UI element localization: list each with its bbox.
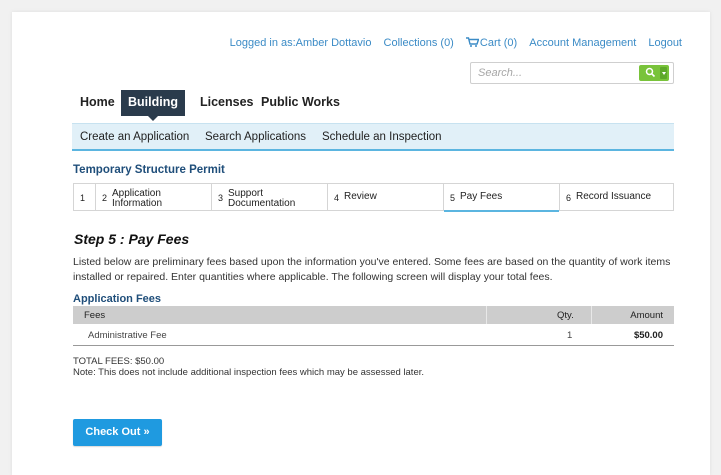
subnav-schedule-inspection[interactable]: Schedule an Inspection [322, 131, 442, 143]
step-number: 1 [80, 193, 86, 203]
collections-link[interactable]: Collections (0) [384, 37, 454, 49]
search-icon [645, 67, 656, 78]
total-fees: TOTAL FEES: $50.00 [73, 356, 165, 367]
top-utility-bar: Logged in as:Amber Dottavio Collections … [12, 37, 682, 49]
step-4: 4 Review [328, 184, 444, 210]
search-box [470, 62, 674, 84]
step-number: 5 [450, 193, 456, 203]
permit-title: Temporary Structure Permit [73, 164, 225, 176]
step-6: 6 Record Issuance [560, 184, 673, 210]
fee-name: Administrative Fee [88, 330, 167, 341]
cart-label: Cart (0) [479, 37, 518, 49]
nav-item-home[interactable]: Home [80, 95, 115, 109]
fees-table-header: Fees Qty. Amount [73, 306, 674, 324]
logged-in-label: Logged in as:Amber Dottavio [229, 37, 372, 49]
step-label: Support Documentation [228, 188, 296, 209]
subnav-search-applications[interactable]: Search Applications [205, 131, 306, 143]
col-fees: Fees [84, 310, 106, 321]
step-5: 5 Pay Fees [444, 184, 560, 212]
step-number: 2 [102, 193, 108, 203]
step-progress: 1 2 Application Information 3 Support Do… [73, 183, 674, 212]
table-row: Administrative Fee 1 $50.00 [73, 324, 674, 346]
step-2: 2 Application Information [96, 184, 212, 210]
col-qty: Qty. [557, 310, 574, 321]
step-number: 3 [218, 193, 224, 203]
search-input[interactable] [471, 63, 631, 83]
step-label: Review [344, 191, 377, 202]
col-divider [591, 306, 592, 324]
step-label: Application Information [112, 188, 163, 209]
fee-amount: $50.00 [633, 330, 663, 341]
total-fees-block: TOTAL FEES: $50.00 Note: This does not i… [73, 356, 424, 378]
chevron-down-icon[interactable] [660, 67, 667, 79]
fees-section-title: Application Fees [73, 293, 162, 305]
step-number: 6 [566, 193, 572, 203]
subnav-create-application[interactable]: Create an Application [80, 131, 189, 143]
step-number: 4 [334, 193, 340, 203]
step-1: 1 [74, 184, 96, 210]
step-3: 3 Support Documentation [212, 184, 328, 210]
account-management-link[interactable]: Account Management [529, 37, 636, 49]
page: Logged in as:Amber Dottavio Collections … [12, 12, 710, 475]
nav-item-licenses[interactable]: Licenses [200, 95, 254, 109]
nav-item-building[interactable]: Building [121, 90, 185, 121]
sub-nav: Create an Application Search Application… [72, 123, 674, 151]
logout-link[interactable]: Logout [648, 37, 682, 49]
step-heading: Step 5 : Pay Fees [74, 231, 190, 247]
col-divider [486, 306, 487, 324]
fees-table: Fees Qty. Amount Administrative Fee 1 $5… [73, 306, 674, 346]
step-label: Pay Fees [460, 191, 503, 202]
search-button[interactable] [639, 65, 669, 81]
fee-qty: 1 [567, 330, 573, 341]
intro-text: Listed below are preliminary fees based … [73, 256, 671, 283]
cart-icon [465, 37, 479, 47]
step-label: Record Issuance [576, 191, 652, 202]
fees-note: Note: This does not include additional i… [73, 367, 425, 378]
checkout-button[interactable]: Check Out » [73, 419, 162, 446]
col-amount: Amount [630, 310, 663, 321]
nav-item-public-works[interactable]: Public Works [261, 95, 340, 109]
cart-link[interactable]: Cart (0) [465, 37, 518, 49]
